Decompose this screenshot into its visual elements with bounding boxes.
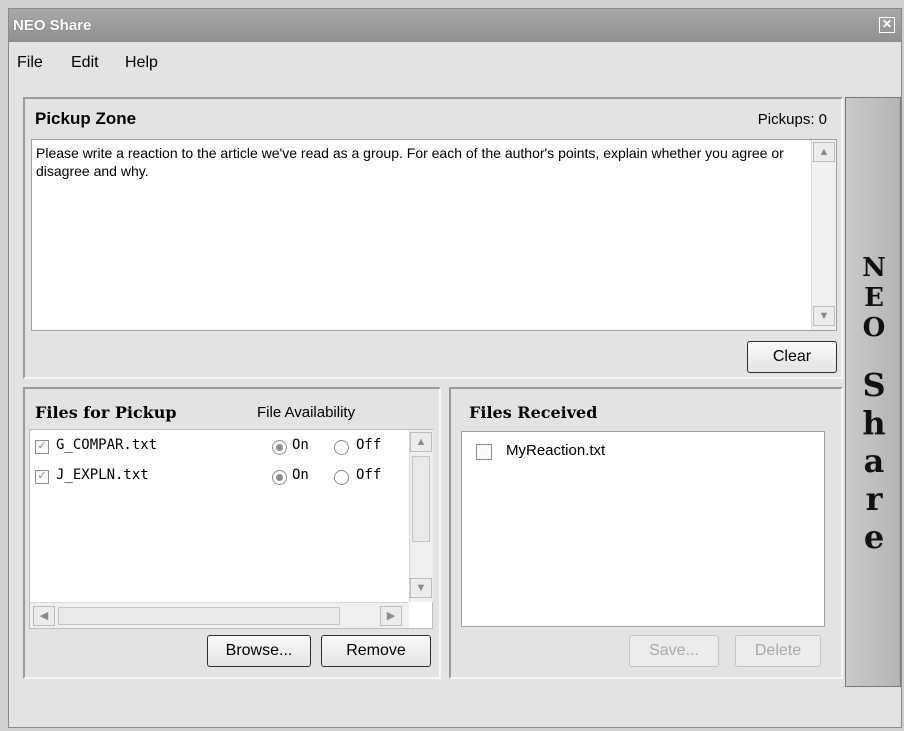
chevron-right-icon[interactable]: ▶ xyxy=(380,606,402,626)
brand-neo-letters: NEO xyxy=(859,253,889,343)
menu-help[interactable]: Help xyxy=(125,54,158,72)
menu-file[interactable]: File xyxy=(17,54,43,72)
delete-button[interactable]: Delete xyxy=(735,635,821,667)
pickup-file-checkbox[interactable]: ✓ xyxy=(35,440,49,454)
title-bar[interactable]: NEO Share ✕ xyxy=(9,9,901,42)
files-for-pickup-panel: Files for Pickup File Availability ✓ G_C… xyxy=(23,387,441,679)
brand-share-letters: Share xyxy=(855,366,893,556)
availability-off-radio[interactable] xyxy=(334,440,349,455)
received-file-checkbox[interactable] xyxy=(476,444,492,460)
file-availability-header: File Availability xyxy=(257,404,356,421)
availability-off-label: Off xyxy=(356,437,382,453)
close-icon[interactable]: ✕ xyxy=(879,17,895,33)
availability-on-label: On xyxy=(292,437,309,453)
pickup-zone-heading: Pickup Zone xyxy=(35,109,137,128)
save-button[interactable]: Save... xyxy=(629,635,719,667)
pickup-list-hscroll[interactable]: ◀ ▶ xyxy=(30,602,409,628)
availability-on-label: On xyxy=(292,467,309,483)
pickup-file-name: G_COMPAR.txt xyxy=(56,437,158,453)
chevron-up-icon[interactable]: ▲ xyxy=(410,432,432,452)
availability-off-radio[interactable] xyxy=(334,470,349,485)
pickup-file-list: ✓ G_COMPAR.txt On Off ✓ J_EXPLN.txt On O… xyxy=(29,429,433,629)
chevron-down-icon[interactable]: ▼ xyxy=(813,306,835,326)
chevron-down-icon[interactable]: ▼ xyxy=(410,578,432,598)
menu-edit[interactable]: Edit xyxy=(71,54,99,72)
brand-neo: NEO xyxy=(846,253,902,343)
menu-bar: File Edit Help xyxy=(9,42,901,82)
pickup-file-name: J_EXPLN.txt xyxy=(56,467,149,483)
availability-on-radio[interactable] xyxy=(272,440,287,455)
pickup-message: Please write a reaction to the article w… xyxy=(31,139,837,331)
pickup-message-scrollbar[interactable]: ▲ ▼ xyxy=(811,140,836,330)
availability-on-radio[interactable] xyxy=(272,470,287,485)
chevron-up-icon[interactable]: ▲ xyxy=(813,142,835,162)
brand-share: Share xyxy=(846,366,902,556)
pickups-count: Pickups: 0 xyxy=(757,111,827,128)
neo-share-brand-panel: NEO Share xyxy=(845,97,901,687)
browse-button[interactable]: Browse... xyxy=(207,635,311,667)
pickup-file-checkbox[interactable]: ✓ xyxy=(35,470,49,484)
window-title: NEO Share xyxy=(13,17,92,34)
scroll-thumb[interactable] xyxy=(412,456,430,542)
remove-button[interactable]: Remove xyxy=(321,635,431,667)
neo-share-window: NEO Share ✕ File Edit Help Pickup Zone P… xyxy=(8,8,902,728)
pickup-message-text: Please write a reaction to the article w… xyxy=(36,145,784,179)
chevron-left-icon[interactable]: ◀ xyxy=(33,606,55,626)
files-received-heading: Files Received xyxy=(469,403,598,422)
pickup-zone-panel: Pickup Zone Pickups: 0 Please write a re… xyxy=(23,97,843,379)
clear-button[interactable]: Clear xyxy=(747,341,837,373)
received-file-name: MyReaction.txt xyxy=(506,442,606,459)
scroll-thumb[interactable] xyxy=(58,607,340,625)
files-received-panel: Files Received MyReaction.txt Save... De… xyxy=(449,387,843,679)
received-file-list: MyReaction.txt xyxy=(461,431,825,627)
pickup-list-vscroll[interactable]: ▲ ▼ xyxy=(409,430,433,602)
availability-off-label: Off xyxy=(356,467,382,483)
files-for-pickup-heading: Files for Pickup xyxy=(35,403,177,422)
